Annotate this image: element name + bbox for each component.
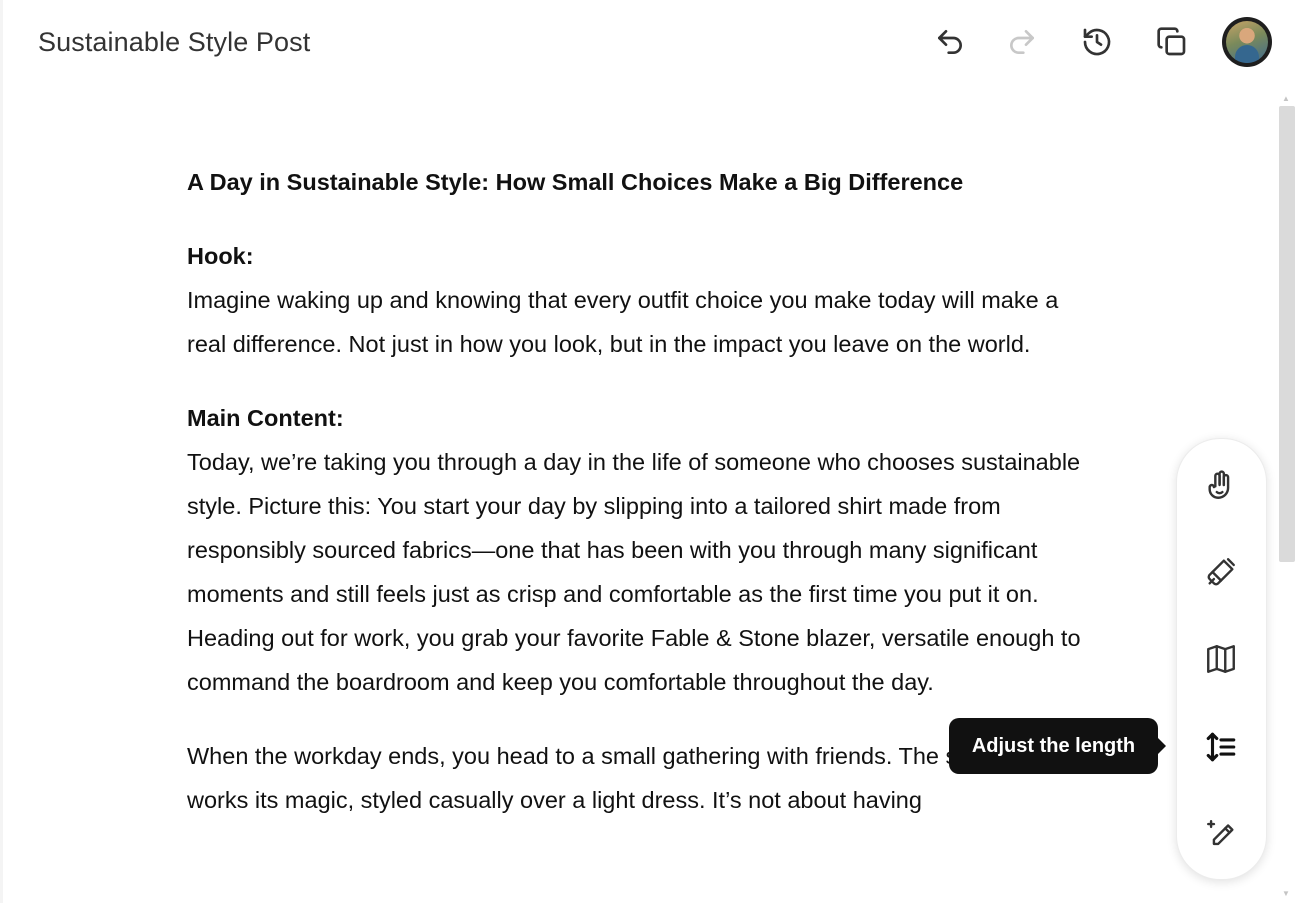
scroll-up-arrow[interactable]: ▲ — [1282, 94, 1290, 103]
redo-button[interactable] — [1002, 22, 1042, 62]
edit-sparkle-button[interactable] — [1199, 812, 1243, 856]
reading-level-button[interactable] — [1199, 637, 1243, 681]
reading-level-icon — [1207, 645, 1235, 673]
redo-icon — [1010, 30, 1034, 54]
window-edge — [0, 0, 3, 903]
header-bar: Sustainable Style Post — [0, 0, 1296, 86]
polish-icon — [1207, 558, 1235, 586]
emoji-button[interactable] — [1199, 463, 1243, 507]
adjust-length-icon — [1206, 732, 1236, 762]
main-content-label: Main Content: — [187, 405, 344, 431]
hook-label: Hook: — [187, 243, 254, 269]
undo-button[interactable] — [930, 22, 970, 62]
copy-button[interactable] — [1152, 22, 1192, 62]
document-title: Sustainable Style Post — [38, 27, 311, 57]
tooltip-arrow — [1157, 737, 1166, 755]
main-content-section: Main Content: Today, we’re taking you th… — [187, 396, 1087, 704]
hook-text: Imagine waking up and knowing that every… — [187, 287, 1059, 357]
avatar-photo — [1226, 21, 1268, 63]
emoji-icon — [1208, 470, 1230, 499]
scroll-down-arrow[interactable]: ▼ — [1282, 889, 1290, 898]
polish-button[interactable] — [1199, 550, 1243, 594]
edit-sparkle-icon — [1207, 820, 1234, 846]
writing-tools-toolbar — [1176, 438, 1267, 880]
article-title: A Day in Sustainable Style: How Small Ch… — [187, 169, 964, 195]
hook-section: Hook: Imagine waking up and knowing that… — [187, 234, 1087, 366]
undo-icon — [938, 30, 962, 54]
user-avatar[interactable] — [1222, 17, 1272, 67]
tooltip: Adjust the length — [949, 718, 1158, 774]
adjust-length-button[interactable] — [1199, 725, 1243, 769]
history-icon — [1083, 28, 1111, 56]
scrollbar-thumb[interactable] — [1279, 106, 1295, 562]
copy-icon — [1157, 27, 1186, 56]
main-content-text: Today, we’re taking you through a day in… — [187, 449, 1081, 695]
history-button[interactable] — [1077, 22, 1117, 62]
